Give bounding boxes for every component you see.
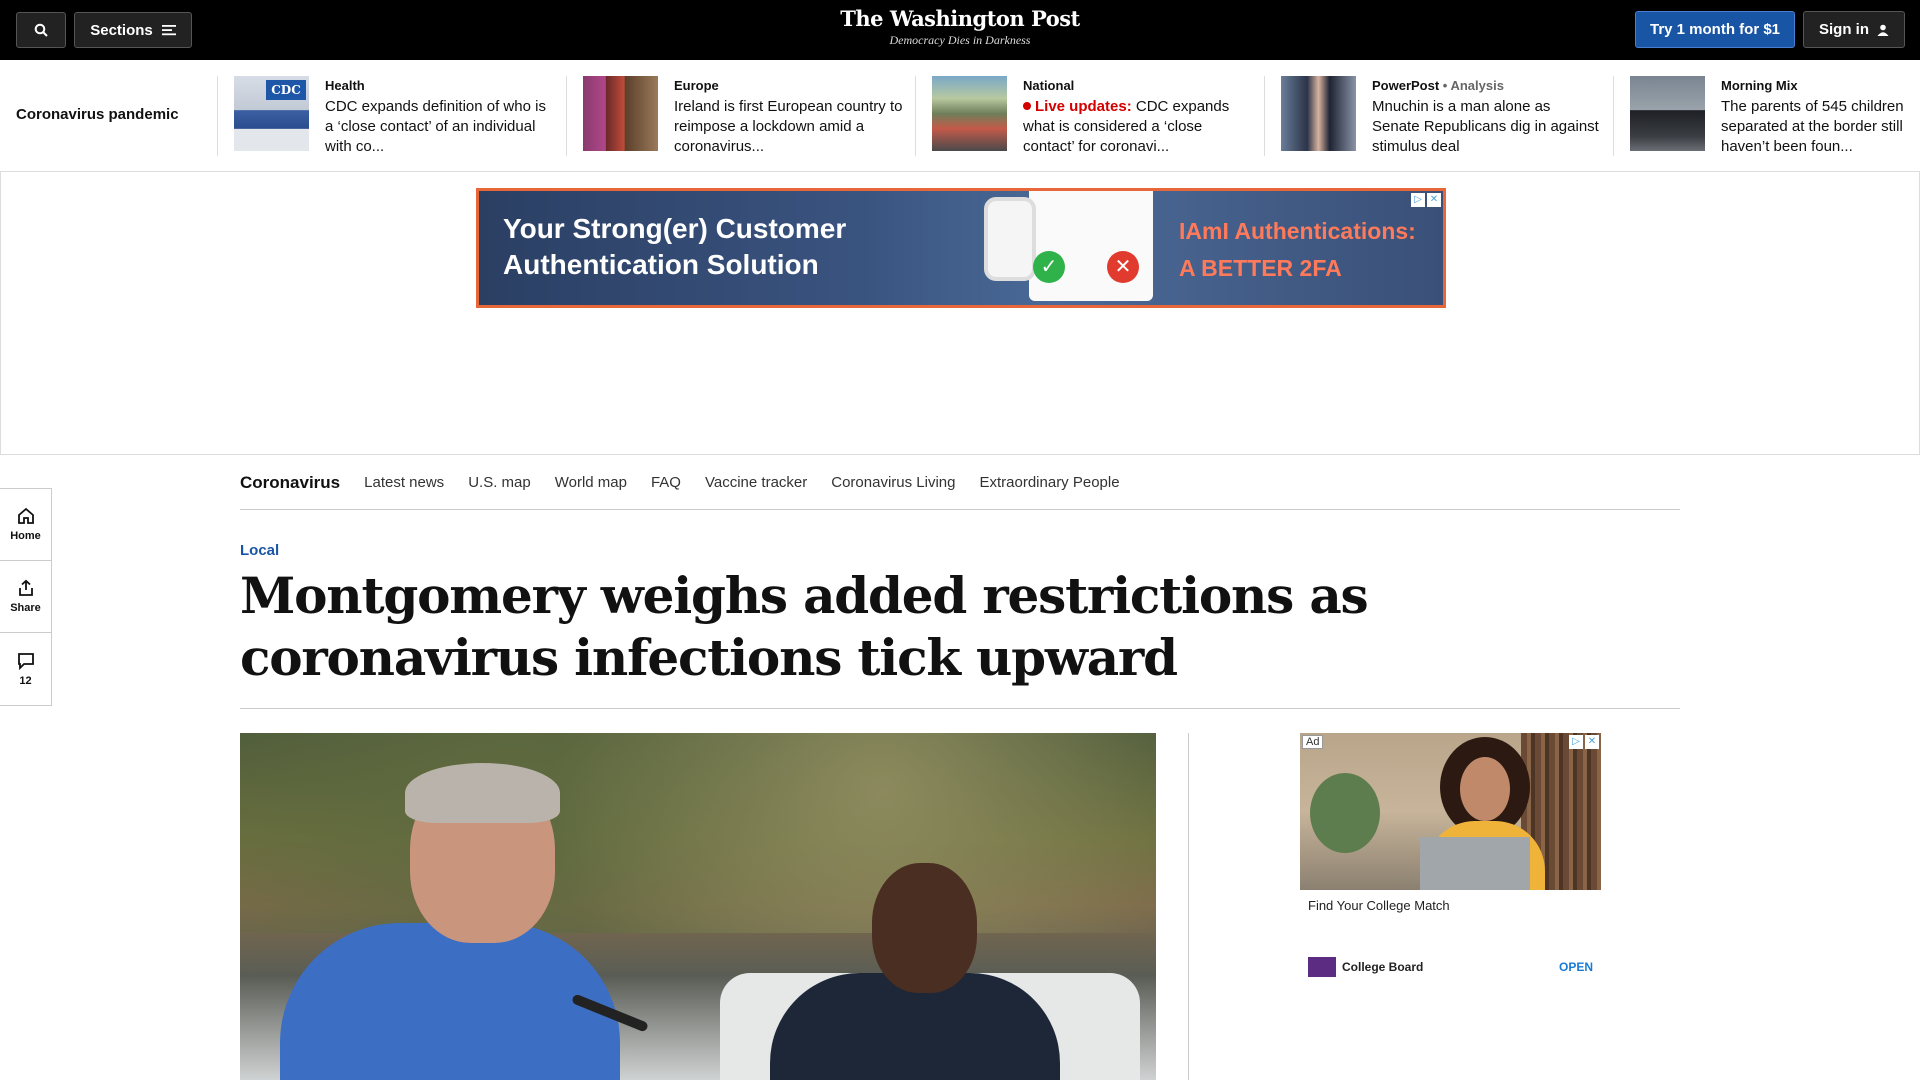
comment-count: 12 <box>19 674 32 687</box>
subnav-link-extraordinary-people[interactable]: Extraordinary People <box>979 474 1119 491</box>
strip-thumbnail <box>583 76 658 151</box>
photo-man-face <box>872 863 977 993</box>
adchoices-icon[interactable]: ▷ <box>1411 193 1425 207</box>
sign-in-label: Sign in <box>1819 21 1869 38</box>
strip-thumbnail <box>932 76 1007 151</box>
strip-headline[interactable]: Ireland is first European country to rei… <box>674 97 904 157</box>
check-icon: ✓ <box>1033 251 1065 283</box>
cdc-sign-image: CDC <box>266 80 306 100</box>
strip-headline[interactable]: CDC expands definition of who is a ‘clos… <box>325 97 555 157</box>
strip-kicker-text: PowerPost <box>1372 78 1440 93</box>
photo-background <box>240 733 1156 933</box>
side-ad-title[interactable]: Find Your College Match <box>1308 898 1601 913</box>
user-icon <box>1877 24 1889 36</box>
share-icon <box>18 579 33 596</box>
banner-ad-left-text: Your Strong(er) Customer Authentication … <box>503 211 846 283</box>
comments-button[interactable]: 12 <box>0 633 51 705</box>
side-ad-footer: College Board OPEN <box>1300 957 1601 977</box>
live-dot-icon <box>1023 102 1031 110</box>
subnav-title[interactable]: Coronavirus <box>240 473 340 493</box>
banner-ad-right-text: IAmI Authentications: A BETTER 2FA <box>1179 213 1416 287</box>
strip-thumbnail: CDC <box>234 76 309 151</box>
divider <box>240 708 1680 709</box>
strip-item[interactable]: Morning Mix The parents of 545 children … <box>1613 76 1920 156</box>
strip-kicker: Morning Mix <box>1721 78 1798 93</box>
student-face <box>1460 757 1510 821</box>
strip-headline[interactable]: The parents of 545 children separated at… <box>1721 97 1920 157</box>
strip-thumbnail <box>1630 76 1705 151</box>
left-action-rail: Home Share 12 <box>0 488 52 706</box>
strip-item[interactable]: National Live updates: CDC expands what … <box>915 76 1253 156</box>
home-icon <box>17 507 34 524</box>
analysis-label: • Analysis <box>1439 78 1504 93</box>
search-button[interactable] <box>16 12 66 48</box>
strip-headline[interactable]: Mnuchin is a man alone as Senate Republi… <box>1372 97 1602 157</box>
adchoices: ▷ ✕ <box>1569 735 1599 749</box>
ad-region: Your Strong(er) Customer Authentication … <box>0 172 1920 455</box>
strip-label[interactable]: Coronavirus pandemic <box>16 106 179 123</box>
close-ad-icon[interactable]: ✕ <box>1427 193 1441 207</box>
comment-icon <box>17 652 34 670</box>
logo-tagline: Democracy Dies in Darkness <box>889 33 1031 47</box>
menu-icon <box>161 25 176 36</box>
banner-ad[interactable]: Your Strong(er) Customer Authentication … <box>476 188 1446 308</box>
photo-speaker-hair <box>405 763 560 823</box>
strip-item[interactable]: PowerPost • Analysis Mnuchin is a man al… <box>1264 76 1602 156</box>
subnav-link-us-map[interactable]: U.S. map <box>468 474 531 491</box>
banner-ad-line: Authentication Solution <box>503 249 819 280</box>
article-headline: Montgomery weighs added restrictions as … <box>240 566 1369 687</box>
banner-device-screen <box>1029 191 1153 301</box>
open-button[interactable]: OPEN <box>1559 960 1593 974</box>
section-subnav: Coronavirus Latest news U.S. map World m… <box>240 456 1680 510</box>
adchoices: ▷ ✕ <box>1411 193 1441 207</box>
headline-strip: Coronavirus pandemic CDC Health CDC expa… <box>0 60 1920 172</box>
logo-name: The Washington Post <box>840 6 1080 31</box>
side-ad-image[interactable]: Ad ▷ ✕ <box>1300 733 1601 890</box>
sections-label: Sections <box>90 21 153 39</box>
sign-in-button[interactable]: Sign in <box>1803 11 1905 48</box>
subnav-link-faq[interactable]: FAQ <box>651 474 681 491</box>
subnav-link-world-map[interactable]: World map <box>555 474 627 491</box>
plant-image <box>1310 773 1380 853</box>
subnav-link-latest-news[interactable]: Latest news <box>364 474 444 491</box>
advertiser-name[interactable]: College Board <box>1342 960 1559 974</box>
site-logo[interactable]: The Washington Post Democracy Dies in Da… <box>760 6 1160 48</box>
ad-badge: Ad <box>1302 735 1324 749</box>
reject-icon: ✕ <box>1107 251 1139 283</box>
home-label: Home <box>10 530 41 542</box>
banner-ad-line: Your Strong(er) Customer <box>503 213 847 244</box>
side-ad[interactable]: Ad ▷ ✕ Find Your College Match College B… <box>1300 733 1601 977</box>
banner-watch-image <box>984 197 1036 281</box>
close-ad-icon[interactable]: ✕ <box>1585 735 1599 749</box>
strip-headline[interactable]: Live updates: CDC expands what is consid… <box>1023 97 1253 157</box>
strip-kicker: Europe <box>674 78 719 93</box>
lead-photo[interactable] <box>240 733 1156 1080</box>
subnav-link-coronavirus-living[interactable]: Coronavirus Living <box>831 474 955 491</box>
subnav-link-vaccine-tracker[interactable]: Vaccine tracker <box>705 474 807 491</box>
college-board-logo <box>1308 957 1336 977</box>
home-button[interactable]: Home <box>0 489 51 561</box>
laptop-image <box>1420 837 1530 890</box>
live-label: Live updates: <box>1035 98 1132 115</box>
search-icon <box>34 23 48 37</box>
strip-item[interactable]: CDC Health CDC expands definition of who… <box>217 76 555 156</box>
share-label: Share <box>10 602 41 614</box>
top-navigation-bar: Sections The Washington Post Democracy D… <box>0 0 1920 60</box>
article-kicker[interactable]: Local <box>240 542 279 559</box>
banner-ad-line: A BETTER 2FA <box>1179 255 1342 281</box>
strip-kicker: PowerPost • Analysis <box>1372 78 1602 93</box>
strip-kicker: National <box>1023 78 1075 93</box>
column-divider <box>1188 733 1189 1080</box>
share-button[interactable]: Share <box>0 561 51 633</box>
strip-kicker: Health <box>325 78 365 93</box>
sections-button[interactable]: Sections <box>74 12 192 48</box>
photo-speaker-body <box>280 923 620 1080</box>
adchoices-icon[interactable]: ▷ <box>1569 735 1583 749</box>
strip-thumbnail <box>1281 76 1356 151</box>
subscribe-button[interactable]: Try 1 month for $1 <box>1635 11 1795 48</box>
banner-ad-line: IAmI Authentications: <box>1179 218 1416 244</box>
strip-item[interactable]: Europe Ireland is first European country… <box>566 76 904 156</box>
